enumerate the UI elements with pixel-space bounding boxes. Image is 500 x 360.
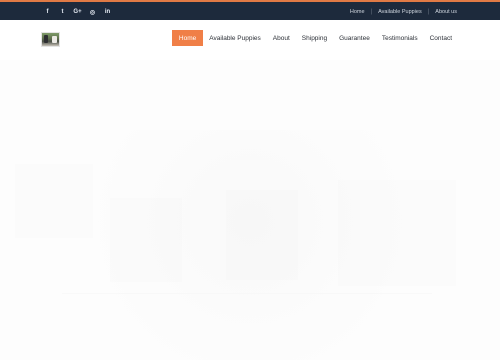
nav-home[interactable]: Home xyxy=(171,30,204,46)
twitter-icon[interactable]: t xyxy=(55,6,70,18)
nav-shipping[interactable]: Shipping xyxy=(296,30,333,46)
instagram-icon[interactable]: ◎ xyxy=(85,6,100,18)
separator: | xyxy=(370,9,373,15)
top-link-available-puppies[interactable]: Available Puppies xyxy=(378,9,422,15)
hero-faint-block xyxy=(15,164,93,238)
nav-about[interactable]: About xyxy=(267,30,296,46)
google-plus-icon[interactable]: G+ xyxy=(70,6,85,18)
nav-contact[interactable]: Contact xyxy=(424,30,458,46)
top-bar: f t G+ ◎ in Home | Available Puppies | A… xyxy=(0,0,500,20)
nav-guarantee[interactable]: Guarantee xyxy=(333,30,376,46)
linkedin-icon[interactable]: in xyxy=(100,6,115,18)
top-link-home[interactable]: Home xyxy=(350,9,365,15)
nav-available-puppies[interactable]: Available Puppies xyxy=(203,30,267,46)
main-nav: Home Available Puppies About Shipping Gu… xyxy=(171,30,458,46)
main-header: Home Available Puppies About Shipping Gu… xyxy=(0,20,500,60)
hero-faint-block xyxy=(226,190,298,280)
hero-faint-block xyxy=(338,180,456,286)
hero-faint-block xyxy=(110,198,182,282)
separator: | xyxy=(427,9,430,15)
hero-section xyxy=(0,60,500,360)
nav-testimonials[interactable]: Testimonials xyxy=(376,30,424,46)
site-logo[interactable] xyxy=(41,32,60,47)
social-links: f t G+ ◎ in xyxy=(40,6,115,18)
hero-divider xyxy=(62,293,432,294)
utility-links: Home | Available Puppies | About us xyxy=(350,6,457,18)
facebook-icon[interactable]: f xyxy=(40,6,55,18)
top-link-about-us[interactable]: About us xyxy=(435,9,457,15)
